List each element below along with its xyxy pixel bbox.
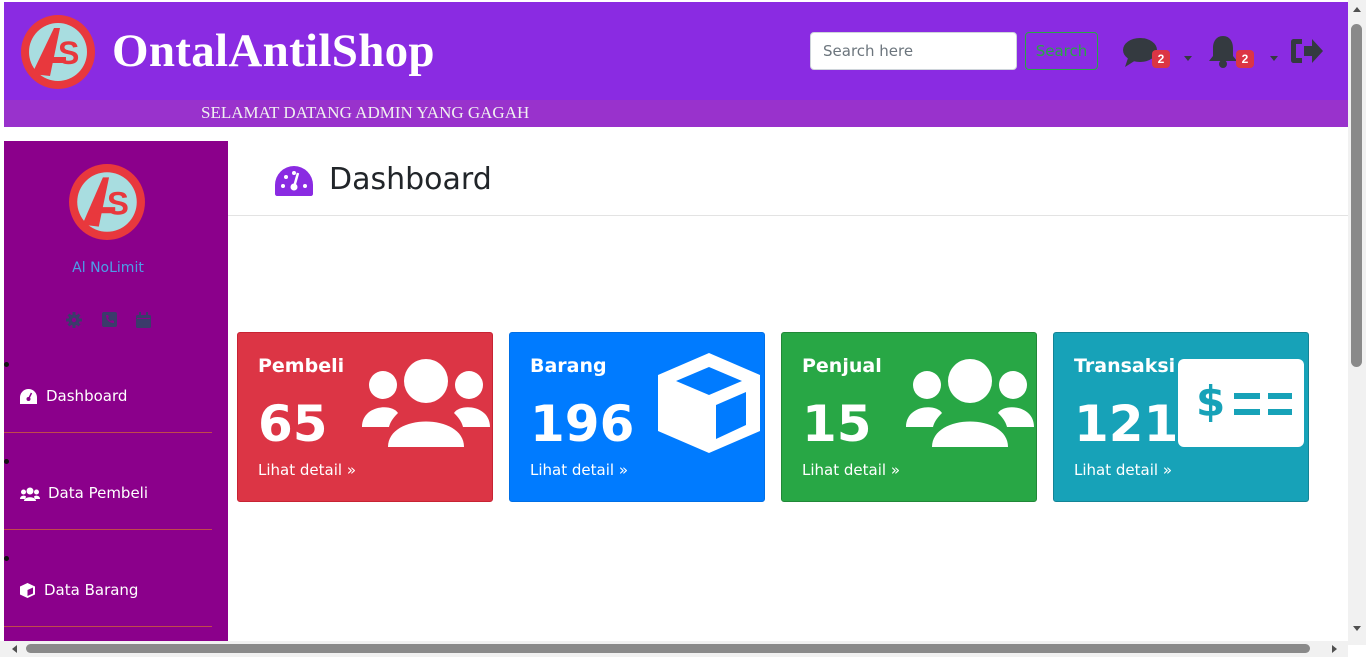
- horizontal-scroll-thumb[interactable]: [26, 644, 1310, 653]
- svg-text:S: S: [58, 35, 79, 71]
- username[interactable]: Al NoLimit: [4, 260, 212, 276]
- vertical-scroll-thumb[interactable]: [1351, 24, 1362, 367]
- users-icon: [906, 359, 1034, 447]
- link-label: Lihat detail: [530, 461, 615, 479]
- card-title: Penjual: [802, 355, 882, 377]
- chevron-down-icon: [1184, 56, 1192, 61]
- users-icon: [20, 487, 40, 501]
- link-label: Lihat detail: [258, 461, 343, 479]
- gear-icon[interactable]: [66, 312, 82, 328]
- lihat-detail-link[interactable]: Lihat detail »: [258, 461, 356, 479]
- scroll-down-icon[interactable]: [1353, 626, 1361, 631]
- sidebar: S Al NoLimit Dashboard Data Pembeli Data…: [4, 141, 228, 645]
- sidebar-item-data-pembeli[interactable]: Data Pembeli: [4, 433, 212, 530]
- link-label: Lihat detail: [1074, 461, 1159, 479]
- avatar[interactable]: S: [68, 163, 146, 241]
- card-title: Barang: [530, 355, 607, 377]
- svg-text:$: $: [1196, 377, 1225, 426]
- angle-double-right-icon: »: [346, 461, 356, 479]
- welcome-text: SELAMAT DATANG ADMIN YANG GAGAH: [201, 103, 530, 122]
- money-check-icon: $: [1178, 359, 1304, 447]
- notifications-dropdown[interactable]: 2: [1204, 30, 1284, 74]
- lihat-detail-link[interactable]: Lihat detail »: [1074, 461, 1172, 479]
- messages-dropdown[interactable]: 2: [1118, 30, 1198, 74]
- card-pembeli: Pembeli 65 Lihat detail »: [237, 332, 493, 502]
- sidebar-item-data-barang[interactable]: Data Barang: [4, 530, 212, 627]
- card-value: 121: [1074, 395, 1179, 453]
- content-header: Dashboard: [228, 141, 1348, 216]
- users-icon: [362, 359, 490, 447]
- tachometer-icon: [275, 166, 313, 196]
- page-title: Dashboard: [329, 162, 492, 197]
- card-value: 65: [258, 395, 328, 453]
- as-logo-icon[interactable]: S: [20, 14, 96, 90]
- sign-out-icon[interactable]: [1290, 37, 1324, 65]
- messages-count-badge: 2: [1152, 50, 1170, 68]
- card-barang: Barang 196 Lihat detail »: [509, 332, 765, 502]
- card-value: 196: [530, 395, 635, 453]
- notifications-count-badge: 2: [1236, 50, 1254, 68]
- card-penjual: Penjual 15 Lihat detail »: [781, 332, 1037, 502]
- card-title: Transaksi: [1074, 355, 1176, 377]
- cube-icon: [20, 583, 35, 598]
- chevron-down-icon: [1270, 56, 1278, 61]
- sidebar-item-label: Dashboard: [46, 387, 128, 405]
- card-title: Pembeli: [258, 355, 345, 377]
- browser-viewport: S OntalAntilShop Search 2 2: [0, 0, 1366, 657]
- svg-text:S: S: [107, 184, 129, 221]
- brand-title[interactable]: OntalAntilShop: [112, 24, 435, 78]
- calendar-icon[interactable]: [136, 312, 151, 328]
- link-label: Lihat detail: [802, 461, 887, 479]
- scroll-up-icon[interactable]: [1353, 7, 1361, 12]
- search-button[interactable]: Search: [1025, 32, 1098, 70]
- lihat-detail-link[interactable]: Lihat detail »: [802, 461, 900, 479]
- phone-square-icon[interactable]: [102, 312, 117, 327]
- sidebar-item-dashboard[interactable]: Dashboard: [4, 336, 212, 433]
- sidebar-item-label: Data Barang: [44, 581, 139, 599]
- welcome-banner: SELAMAT DATANG ADMIN YANG GAGAH: [4, 100, 1348, 127]
- search-input[interactable]: [810, 32, 1017, 70]
- scroll-right-icon[interactable]: [1332, 645, 1337, 653]
- bell-icon: [1209, 36, 1237, 68]
- card-value: 15: [802, 395, 872, 453]
- angle-double-right-icon: »: [890, 461, 900, 479]
- lihat-detail-link[interactable]: Lihat detail »: [530, 461, 628, 479]
- sidebar-item-label: Data Pembeli: [48, 484, 149, 502]
- top-navbar: S OntalAntilShop Search 2 2: [4, 2, 1348, 100]
- angle-double-right-icon: »: [618, 461, 628, 479]
- tachometer-icon: [20, 389, 37, 404]
- card-transaksi: Transaksi 121 Lihat detail » $: [1053, 332, 1309, 502]
- angle-double-right-icon: »: [1162, 461, 1172, 479]
- scroll-left-icon[interactable]: [12, 645, 17, 653]
- cube-icon: [658, 353, 760, 453]
